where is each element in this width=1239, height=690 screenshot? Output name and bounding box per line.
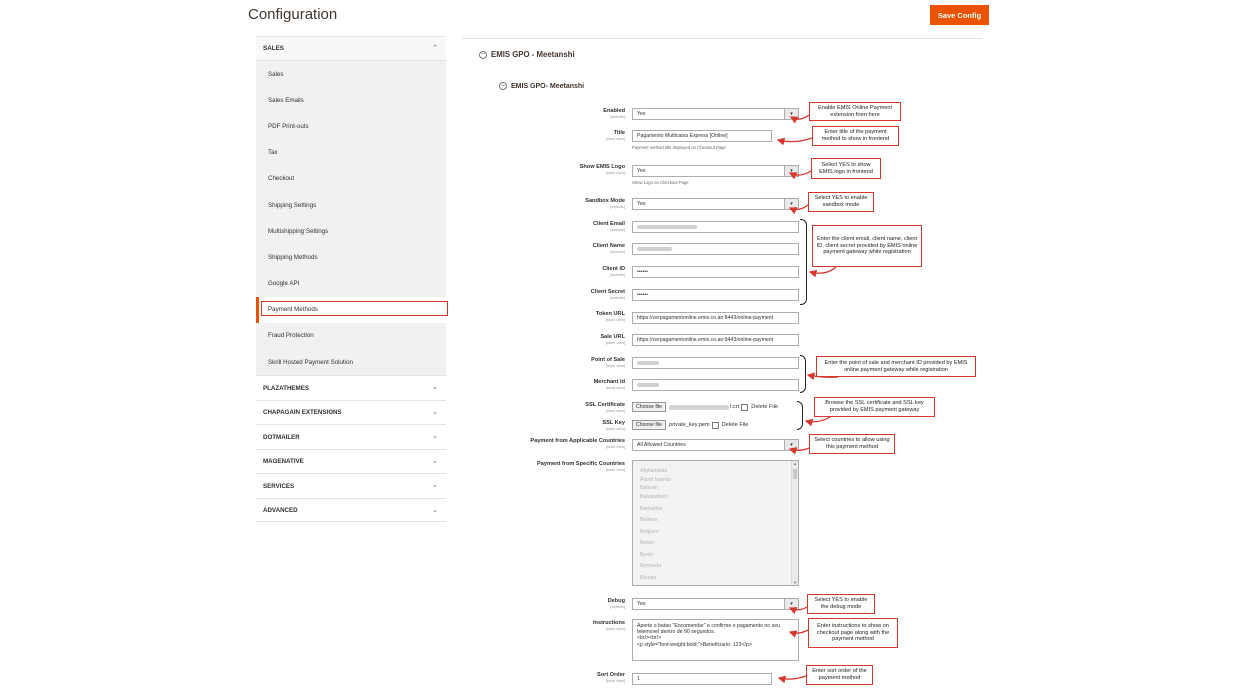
- arrow: [804, 416, 831, 427]
- arrow: [789, 114, 810, 124]
- arrow: [788, 606, 808, 615]
- arrow: [788, 170, 812, 180]
- arrow: [788, 204, 809, 215]
- arrow: [788, 447, 810, 455]
- arrow: [806, 372, 839, 381]
- arrow: [788, 629, 809, 638]
- annotation-arrows: [776, 114, 839, 684]
- arrow: [808, 266, 837, 278]
- arrow: [777, 675, 807, 684]
- arrow: [776, 137, 813, 146]
